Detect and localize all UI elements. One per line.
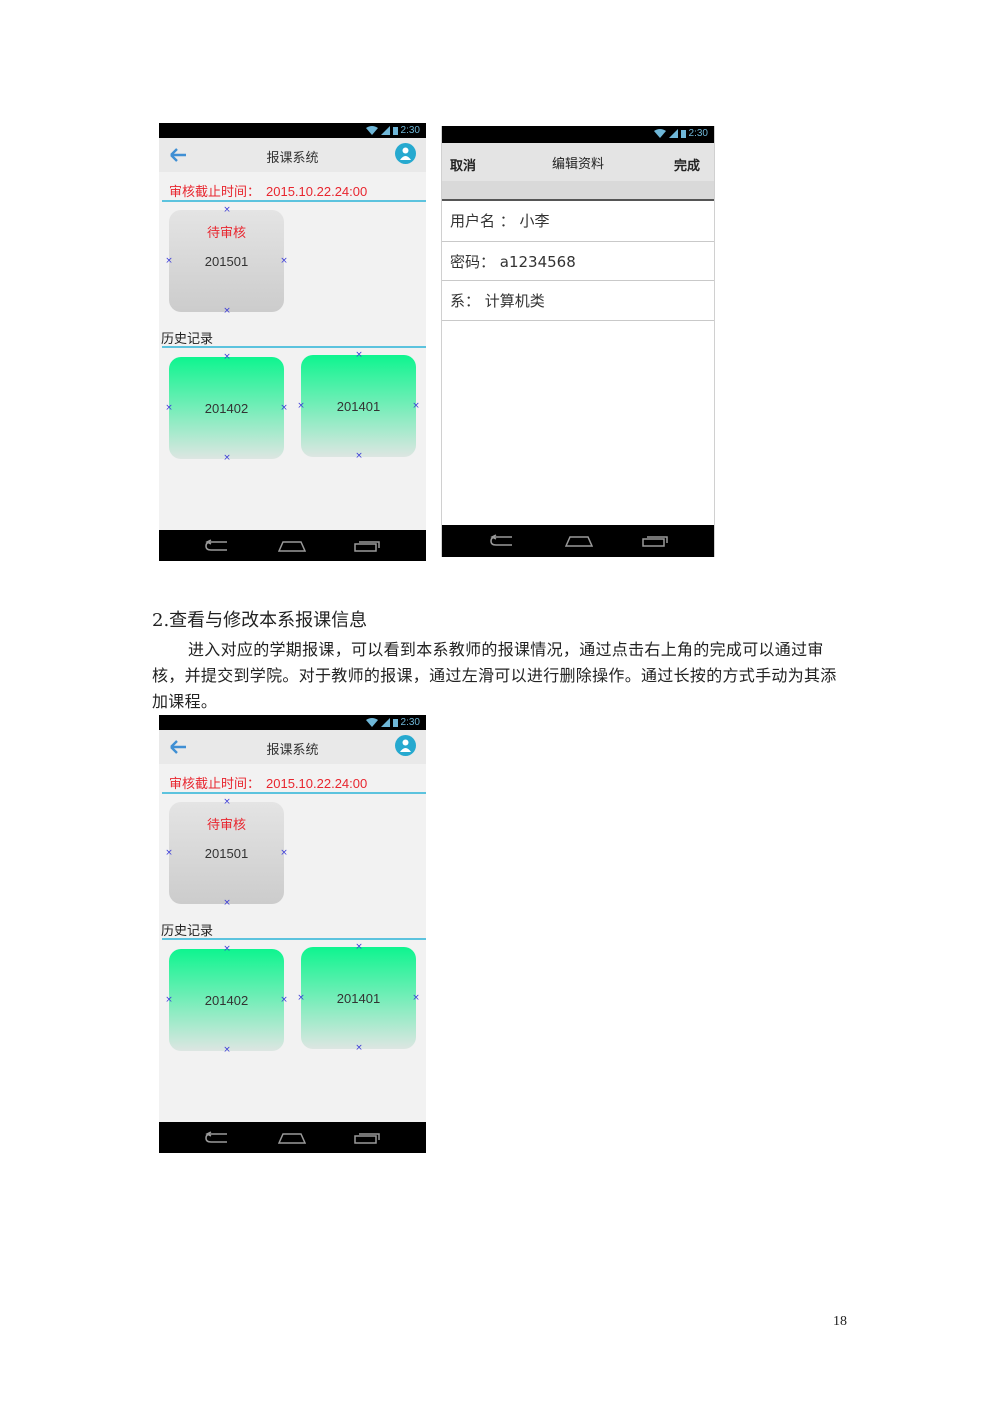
resize-handle[interactable]: × (223, 899, 231, 908)
divider (162, 346, 426, 348)
section-heading: 2.查看与修改本系报课信息 (152, 610, 368, 631)
password-field[interactable]: 密码： a1234568 (442, 240, 714, 281)
resize-handle[interactable]: × (223, 206, 231, 215)
edit-toolbar: 取消 编辑资料 完成 (442, 143, 714, 199)
history-card[interactable]: 201401 (301, 355, 416, 457)
nav-home-icon[interactable] (278, 1132, 306, 1144)
app-bar: 报课系统 (159, 138, 426, 172)
resize-handle[interactable]: × (223, 798, 231, 807)
divider (162, 938, 426, 940)
wifi-icon (653, 129, 666, 138)
divider (162, 200, 426, 202)
pending-semester-card[interactable]: 待审核 201501 (169, 210, 284, 312)
signal-icon (668, 129, 678, 138)
nav-bar (442, 525, 714, 557)
signal-icon (380, 126, 390, 135)
wifi-icon (365, 126, 378, 135)
page-number: 18 (833, 1314, 847, 1329)
deadline-label: 审核截止时间： (169, 185, 261, 200)
resize-handle[interactable]: × (223, 1046, 231, 1055)
divider (162, 792, 426, 794)
status-time: 2:30 (400, 717, 420, 728)
status-bar: 2:30 (159, 715, 426, 730)
nav-home-icon[interactable] (278, 540, 306, 552)
nav-bar (159, 530, 426, 561)
resize-handle[interactable]: × (280, 257, 288, 266)
card-status: 待审核 (206, 226, 246, 241)
history-card[interactable]: 201402 (169, 357, 284, 459)
status-bar: 2:30 (442, 126, 714, 143)
card-code: 201402 (204, 401, 249, 416)
schedule-content: 审核截止时间： 2015.10.22.24:00 待审核 201501 × × ×… (159, 764, 426, 1153)
nav-bar (159, 1122, 426, 1153)
username-text: 用户名 ： 小李 (450, 212, 550, 230)
wifi-icon (365, 718, 378, 727)
resize-handle[interactable]: × (223, 353, 231, 362)
history-label: 历史记录 (161, 332, 214, 347)
history-card[interactable]: 201401 (301, 947, 416, 1049)
nav-home-icon[interactable] (565, 535, 593, 547)
department-text: 系： 计算机类 (450, 292, 545, 310)
deadline-row: 审核截止时间： 2015.10.22.24:00 (169, 181, 367, 200)
resize-handle[interactable]: × (355, 452, 363, 461)
card-code: 201401 (336, 399, 381, 414)
deadline-value: 2015.10.22.24:00 (266, 776, 368, 791)
password-text: 密码： a1234568 (450, 253, 576, 271)
username-field[interactable]: 用户名 ： 小李 (442, 199, 714, 242)
card-code: 201501 (204, 846, 249, 861)
deadline-value: 2015.10.22.24:00 (266, 184, 368, 199)
nav-back-icon[interactable] (205, 1130, 231, 1145)
history-label: 历史记录 (161, 924, 214, 939)
signal-icon (380, 718, 390, 727)
resize-handle[interactable]: × (165, 996, 173, 1005)
resize-handle[interactable]: × (297, 402, 305, 411)
card-code: 201501 (204, 254, 249, 269)
schedule-content: 审核截止时间： 2015.10.22.24:00 待审核 201501 × × ×… (159, 172, 426, 561)
history-card[interactable]: 201402 (169, 949, 284, 1051)
resize-handle[interactable]: × (223, 945, 231, 954)
status-time: 2:30 (688, 128, 708, 139)
department-field[interactable]: 系： 计算机类 (442, 281, 714, 321)
app-bar: 报课系统 (159, 730, 426, 764)
status-bar: 2:30 (159, 123, 426, 138)
user-avatar-icon[interactable] (395, 143, 416, 164)
user-avatar-icon[interactable] (395, 735, 416, 756)
pending-semester-card[interactable]: 待审核 201501 (169, 802, 284, 904)
done-button[interactable]: 完成 (674, 155, 700, 174)
card-code: 201401 (336, 991, 381, 1006)
status-time: 2:30 (400, 125, 420, 136)
resize-handle[interactable]: × (223, 454, 231, 463)
resize-handle[interactable]: × (412, 994, 420, 1003)
resize-handle[interactable]: × (280, 404, 288, 413)
resize-handle[interactable]: × (355, 1044, 363, 1053)
resize-handle[interactable]: × (412, 402, 420, 411)
card-status: 待审核 (206, 818, 246, 833)
card-code: 201402 (204, 993, 249, 1008)
battery-icon (680, 130, 686, 138)
phone-screenshot-schedule-2: 2:30 报课系统 审核截止时间： 2015.10.22.24:00 待审核 20… (159, 715, 426, 1153)
section-paragraph: 进入对应的学期报课，可以看到本系教师的报课情况，通过点击右上角的完成可以通过审核… (152, 640, 837, 711)
phone-screenshot-schedule-1: 2:30 报课系统 审核截止时间： 2015.10.22.24:00 待审核 20… (159, 123, 426, 561)
resize-handle[interactable]: × (297, 994, 305, 1003)
resize-handle[interactable]: × (355, 943, 363, 952)
resize-handle[interactable]: × (223, 307, 231, 316)
nav-recents-icon[interactable] (642, 535, 668, 547)
resize-handle[interactable]: × (280, 996, 288, 1005)
resize-handle[interactable]: × (280, 849, 288, 858)
nav-back-icon[interactable] (205, 538, 231, 553)
resize-handle[interactable]: × (165, 404, 173, 413)
app-title: 报课系统 (266, 743, 319, 758)
resize-handle[interactable]: × (165, 257, 173, 266)
nav-recents-icon[interactable] (354, 540, 380, 552)
nav-recents-icon[interactable] (354, 1132, 380, 1144)
phone-screenshot-edit-profile: 2:30 取消 编辑资料 完成 用户名 ： 小李 密码： a1234568 系：… (441, 126, 715, 557)
app-title: 报课系统 (266, 151, 319, 166)
resize-handle[interactable]: × (165, 849, 173, 858)
deadline-row: 审核截止时间： 2015.10.22.24:00 (169, 773, 367, 792)
nav-back-icon[interactable] (490, 534, 516, 548)
battery-icon (392, 127, 398, 135)
battery-icon (392, 719, 398, 727)
deadline-label: 审核截止时间： (169, 777, 261, 792)
resize-handle[interactable]: × (355, 351, 363, 360)
